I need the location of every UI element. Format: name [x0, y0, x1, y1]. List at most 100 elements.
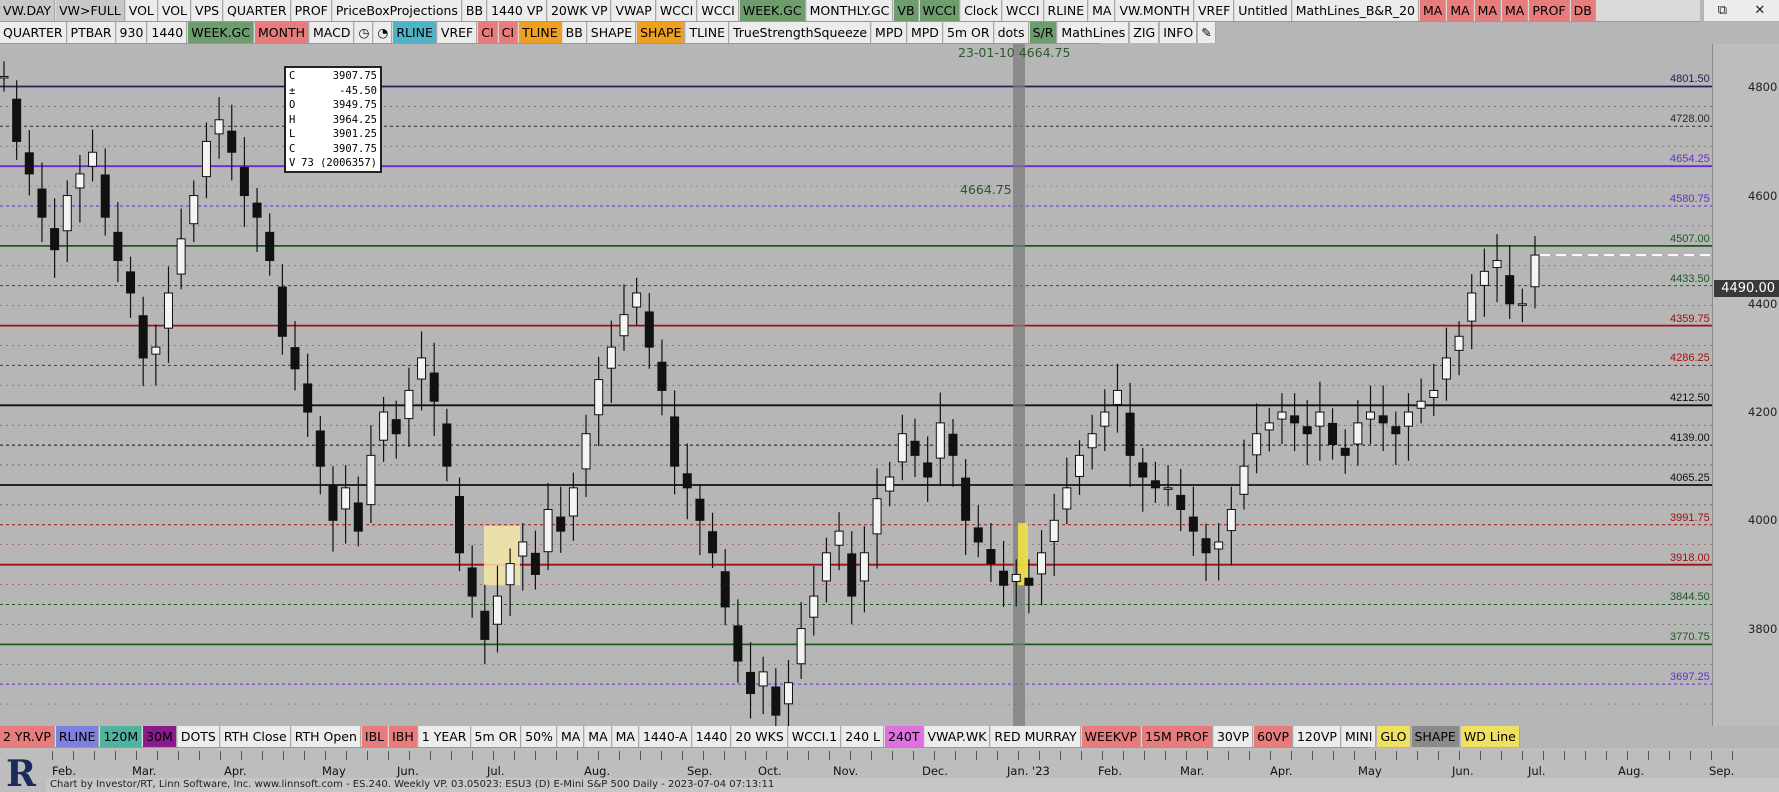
second-toolbar-button-13[interactable]: TLINE: [519, 22, 562, 43]
top-toolbar-button-29[interactable]: MA: [1502, 0, 1529, 21]
top-toolbar-button-9[interactable]: 1440 VP: [488, 0, 547, 21]
top-toolbar-button-7[interactable]: PriceBoxProjections: [332, 0, 462, 21]
top-toolbar-button-13[interactable]: WCCI: [698, 0, 739, 21]
bottom-toolbar-button-24[interactable]: 15M PROF: [1142, 726, 1213, 747]
bottom-toolbar-button-29[interactable]: GLO: [1377, 726, 1411, 747]
bottom-toolbar-button-12[interactable]: MA: [557, 726, 585, 747]
bottom-toolbar-button-18[interactable]: WCCI.1: [788, 726, 842, 747]
top-toolbar-button-16[interactable]: VB: [894, 0, 919, 21]
bottom-toolbar-button-11[interactable]: 50%: [522, 726, 557, 747]
bottom-toolbar-button-30[interactable]: SHAPE: [1411, 726, 1460, 747]
bottom-toolbar-button-28[interactable]: MINI: [1341, 726, 1377, 747]
top-toolbar-button-4[interactable]: VPS: [192, 0, 224, 21]
top-toolbar-button-31[interactable]: DB: [1570, 0, 1596, 21]
bottom-toolbar-button-4[interactable]: DOTS: [177, 726, 220, 747]
bottom-toolbar-button-27[interactable]: 120VP: [1293, 726, 1341, 747]
second-toolbar-button-1[interactable]: PTBAR: [67, 22, 116, 43]
top-toolbar-button-0[interactable]: VW.DAY: [0, 0, 56, 21]
second-toolbar-button-17[interactable]: TLINE: [686, 22, 729, 43]
second-toolbar-button-10[interactable]: VREF: [437, 22, 478, 43]
top-toolbar-button-24[interactable]: Untitled: [1235, 0, 1292, 21]
second-toolbar-button-18[interactable]: TrueStrengthSqueeze: [729, 22, 872, 43]
second-toolbar-button-23[interactable]: S/R: [1029, 22, 1058, 43]
price-chart[interactable]: [0, 44, 1712, 726]
time-axis[interactable]: Feb. Mar. Apr. May Jun. Jul. Aug. Sep. Oct. Nov. D…: [0, 748, 1779, 779]
top-toolbar-button-25[interactable]: MathLines_B&R_20: [1292, 0, 1419, 21]
bottom-toolbar-button-23[interactable]: WEEKVP: [1081, 726, 1142, 747]
ohlc-info-box[interactable]: C 3907.75 ± -45.50 O 3949.75 H 3964.25 L 3901.25 C…: [284, 66, 382, 173]
bottom-toolbar-button-3[interactable]: 30M: [143, 726, 177, 747]
top-toolbar-button-19[interactable]: WCCI: [1003, 0, 1044, 21]
top-toolbar-button-1[interactable]: VW>FULL: [56, 0, 125, 21]
second-toolbar-button-3[interactable]: 1440: [148, 22, 188, 43]
second-toolbar-button-7[interactable]: ◷: [355, 22, 374, 43]
second-toolbar-button-21[interactable]: 5m OR: [943, 22, 994, 43]
top-toolbar-button-22[interactable]: VW.MONTH: [1116, 0, 1194, 21]
second-toolbar-button-6[interactable]: MACD: [309, 22, 355, 43]
top-toolbar-button-26[interactable]: MA: [1419, 0, 1447, 21]
second-toolbar-button-14[interactable]: BB: [562, 22, 587, 43]
second-toolbar-button-8[interactable]: ◔: [374, 22, 393, 43]
second-toolbar-button-12[interactable]: CI: [498, 22, 519, 43]
bottom-toolbar-button-7[interactable]: IBL: [361, 726, 389, 747]
price-tick-label: 4800: [1748, 80, 1778, 95]
bottom-toolbar-button-20[interactable]: 240T: [885, 726, 924, 747]
top-toolbar-button-15[interactable]: MONTHLY.GC: [806, 0, 894, 21]
top-toolbar-button-21[interactable]: MA: [1089, 0, 1116, 21]
bottom-toolbar-button-19[interactable]: 240 L: [842, 726, 884, 747]
second-toolbar-button-15[interactable]: SHAPE: [587, 22, 637, 43]
top-toolbar-button-8[interactable]: BB: [462, 0, 488, 21]
second-toolbar-button-11[interactable]: CI: [478, 22, 498, 43]
top-toolbar-button-28[interactable]: MA: [1474, 0, 1502, 21]
bottom-toolbar-button-9[interactable]: 1 YEAR: [418, 726, 471, 747]
second-toolbar-button-16[interactable]: SHAPE: [637, 22, 686, 43]
top-toolbar-button-10[interactable]: 20WK VP: [547, 0, 612, 21]
second-toolbar-button-2[interactable]: 930: [116, 22, 148, 43]
bottom-toolbar-button-31[interactable]: WD Line: [1460, 726, 1520, 747]
bottom-toolbar-button-25[interactable]: 30VP: [1213, 726, 1253, 747]
bottom-toolbar-button-22[interactable]: RED MURRAY: [991, 726, 1081, 747]
top-toolbar-button-20[interactable]: RLINE: [1044, 0, 1089, 21]
second-toolbar-button-22[interactable]: dots: [994, 22, 1029, 43]
second-toolbar-button-4[interactable]: WEEK.GC: [188, 22, 254, 43]
second-toolbar-button-25[interactable]: ZIG: [1130, 22, 1160, 43]
month-label: Mar.: [1180, 764, 1205, 778]
second-toolbar-button-5[interactable]: MONTH: [254, 22, 309, 43]
bottom-toolbar-button-16[interactable]: 1440: [692, 726, 732, 747]
top-toolbar-button-18[interactable]: Clock: [961, 0, 1003, 21]
bottom-toolbar-button-21[interactable]: VWAP.WK: [924, 726, 991, 747]
top-toolbar-button-5[interactable]: QUARTER: [224, 0, 291, 21]
top-toolbar-button-27[interactable]: MA: [1447, 0, 1474, 21]
top-toolbar-button-11[interactable]: VWAP: [612, 0, 656, 21]
top-toolbar-button-6[interactable]: PROF: [291, 0, 332, 21]
bottom-toolbar-button-14[interactable]: MA: [612, 726, 639, 747]
close-window-icon[interactable]: ✕: [1754, 3, 1765, 18]
top-toolbar-button-23[interactable]: VREF: [1194, 0, 1235, 21]
second-toolbar-button-19[interactable]: MPD: [872, 22, 907, 43]
bottom-toolbar-button-2[interactable]: 120M: [100, 726, 143, 747]
restore-window-icon[interactable]: ⧉: [1718, 3, 1727, 18]
second-toolbar-button-20[interactable]: MPD: [907, 22, 943, 43]
bottom-toolbar-button-15[interactable]: 1440-A: [639, 726, 692, 747]
top-toolbar-button-12[interactable]: WCCI: [656, 0, 698, 21]
top-toolbar-button-3[interactable]: VOL: [158, 0, 192, 21]
top-toolbar-button-14[interactable]: WEEK.GC: [739, 0, 806, 21]
bottom-toolbar-button-13[interactable]: MA: [585, 726, 612, 747]
second-toolbar-button-0[interactable]: QUARTER: [0, 22, 67, 43]
bottom-toolbar-button-10[interactable]: 5m OR: [471, 726, 522, 747]
bottom-toolbar-button-0[interactable]: 2 YR.VP: [0, 726, 55, 747]
second-toolbar-button-27[interactable]: ✎: [1198, 22, 1216, 43]
bottom-toolbar-button-1[interactable]: RLINE: [55, 726, 100, 747]
top-toolbar-button-2[interactable]: VOL: [125, 0, 158, 21]
second-toolbar-button-9[interactable]: RLINE: [393, 22, 437, 43]
second-toolbar-button-24[interactable]: MathLines: [1058, 22, 1130, 43]
candle-body: [1467, 292, 1477, 322]
bottom-toolbar-button-6[interactable]: RTH Open: [291, 726, 361, 747]
bottom-toolbar-button-17[interactable]: 20 WKS: [732, 726, 788, 747]
top-toolbar-button-17[interactable]: WCCI: [919, 0, 961, 21]
second-toolbar-button-26[interactable]: INFO: [1160, 22, 1198, 43]
bottom-toolbar-button-26[interactable]: 60VP: [1253, 726, 1293, 747]
bottom-toolbar-button-5[interactable]: RTH Close: [220, 726, 291, 747]
bottom-toolbar-button-8[interactable]: IBH: [389, 726, 418, 747]
top-toolbar-button-30[interactable]: PROF: [1529, 0, 1570, 21]
